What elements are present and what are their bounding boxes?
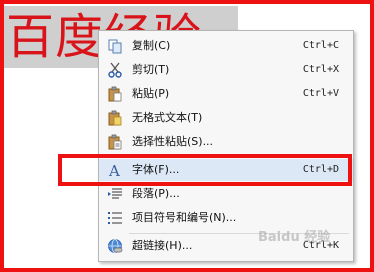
menu-item-label: 复制(C) xyxy=(132,39,171,52)
menu-item-shortcut: Ctrl+X xyxy=(302,64,339,75)
bullets-icon xyxy=(108,212,122,224)
menu-item-paragraph[interactable]: 段落(P)... xyxy=(99,183,353,205)
menu-item-label: 项目符号和编号(N)... xyxy=(132,211,237,224)
menu-item-label: 选择性粘贴(S)... xyxy=(132,135,214,148)
paste-plain-text-icon xyxy=(108,110,122,126)
watermark: Baidu 经验 xyxy=(258,230,331,245)
menu-item-paste-special[interactable]: 选择性粘贴(S)... xyxy=(99,131,353,153)
paragraph-icon xyxy=(108,188,122,199)
menu-item-paste[interactable]: 粘贴(P) Ctrl+V xyxy=(99,83,353,105)
menu-item-shortcut: Ctrl+C xyxy=(302,40,339,51)
paste-special-icon xyxy=(108,134,122,150)
menu-item-label: 剪切(T) xyxy=(132,63,170,76)
menu-item-cut[interactable]: 剪切(T) Ctrl+X xyxy=(99,59,353,81)
scissors-icon xyxy=(108,62,122,78)
menu-item-copy[interactable]: 复制(C) Ctrl+C xyxy=(99,35,353,57)
hyperlink-icon xyxy=(108,239,123,253)
menu-item-label: 无格式文本(T) xyxy=(132,111,203,124)
menu-item-paste-plain-text[interactable]: 无格式文本(T) xyxy=(99,107,353,129)
copy-icon xyxy=(108,39,122,54)
menu-item-label: 超链接(H)... xyxy=(132,239,193,252)
menu-item-shortcut: Ctrl+V xyxy=(302,88,339,99)
annotation-highlight-box xyxy=(58,154,352,186)
paste-icon xyxy=(108,86,122,102)
menu-item-label: 段落(P)... xyxy=(132,187,180,200)
menu-item-label: 粘贴(P) xyxy=(132,87,170,100)
